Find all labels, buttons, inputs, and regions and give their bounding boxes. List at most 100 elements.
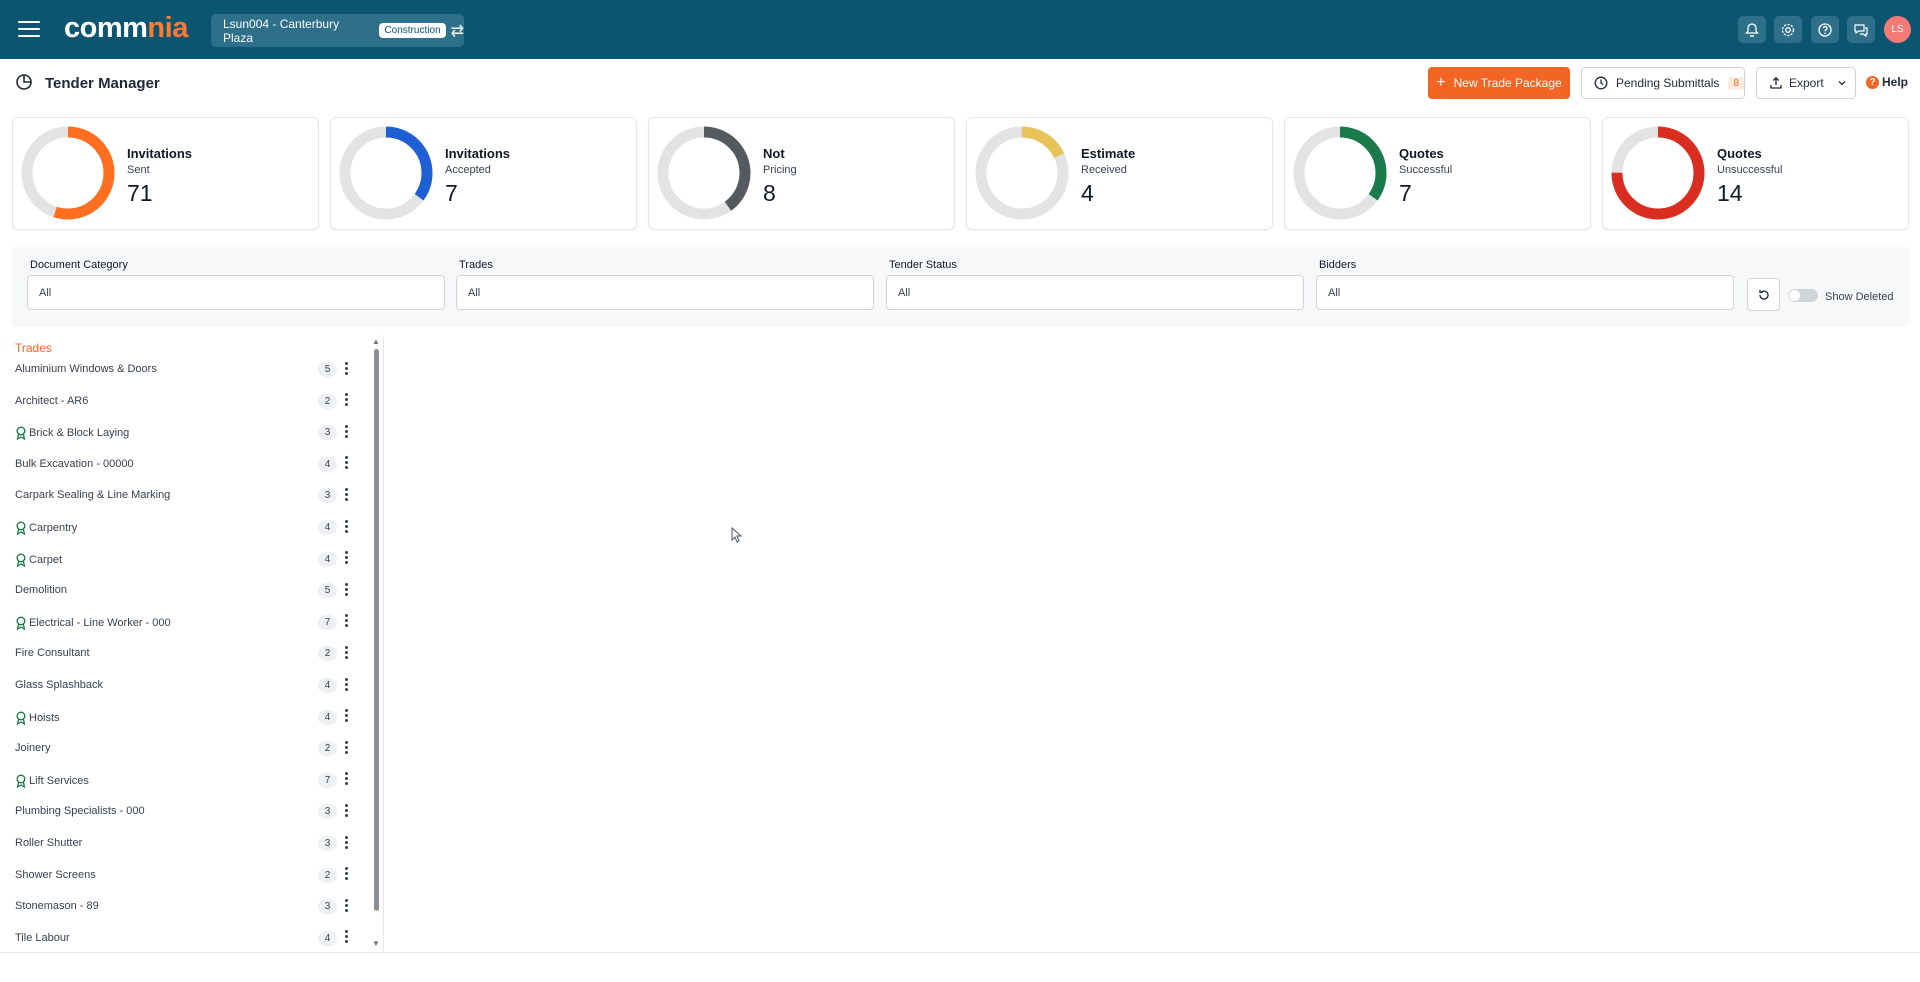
stat-card-quotes-unsuccessful[interactable]: Quotes Unsuccessful 14 — [1602, 117, 1909, 230]
more-options-icon[interactable] — [342, 801, 350, 819]
trade-label: Aluminium Windows & Doors — [15, 363, 157, 375]
trades-select[interactable]: All — [456, 275, 874, 310]
trade-name: Glass Splashback — [15, 679, 103, 691]
bell-icon — [1745, 22, 1759, 37]
more-options-icon[interactable] — [342, 675, 350, 693]
bidder-count-badge: 2 — [318, 867, 337, 883]
trade-list-item[interactable]: Shower Screens 2 — [0, 863, 360, 894]
pending-submittals-button[interactable]: Pending Submittals 8 — [1581, 67, 1745, 99]
more-options-icon[interactable] — [342, 391, 350, 409]
stat-subtitle: Unsuccessful — [1717, 164, 1783, 176]
stat-card-quotes-successful[interactable]: Quotes Successful 7 — [1284, 117, 1591, 230]
trade-label: Stonemason - 89 — [15, 900, 99, 913]
help-center-button[interactable] — [1811, 16, 1839, 43]
more-options-icon[interactable] — [342, 896, 350, 914]
stat-card-invitations-sent[interactable]: Invitations Sent 71 — [12, 117, 319, 230]
trade-label: Bulk Excavation - 00000 — [15, 457, 134, 470]
settings-button[interactable] — [1774, 16, 1802, 43]
trade-list-item[interactable]: Bulk Excavation - 00000 4 — [0, 452, 360, 483]
trade-list-item[interactable]: Carpentry 4 — [0, 515, 360, 546]
bidder-count-badge: 4 — [318, 520, 337, 535]
bidder-count-badge: 4 — [318, 678, 337, 693]
trade-name: Roller Shutter — [15, 837, 82, 849]
trade-list-item[interactable]: Plumbing Specialists - 000 3 — [0, 799, 360, 830]
stat-card-invitations-accepted[interactable]: Invitations Accepted 7 — [330, 117, 637, 230]
more-options-icon[interactable] — [342, 517, 350, 535]
bidder-count-badge: 4 — [318, 709, 337, 725]
reset-filters-button[interactable] — [1747, 278, 1780, 311]
more-options-icon[interactable] — [342, 612, 350, 630]
bidder-count-badge: 4 — [318, 551, 337, 567]
scroll-thumb[interactable] — [374, 349, 379, 911]
trade-list-item[interactable]: Lift Services 7 — [0, 768, 360, 799]
scroll-down-icon[interactable]: ▼ — [372, 939, 380, 948]
trade-list-item[interactable]: Roller Shutter 3 — [0, 831, 360, 862]
bidder-count-badge: 5 — [318, 583, 337, 599]
notifications-button[interactable] — [1738, 16, 1766, 43]
trade-label: Architect - AR6 — [15, 394, 89, 407]
bidders-select[interactable]: All — [1316, 275, 1734, 310]
gear-icon — [1781, 23, 1795, 36]
more-options-icon[interactable] — [342, 643, 350, 661]
trade-list-item[interactable]: Brick & Block Laying 3 — [0, 420, 360, 451]
trade-list-item[interactable]: Joinery 2 — [0, 736, 360, 767]
trades-scrollbar[interactable]: ▲ ▼ — [372, 335, 380, 952]
tender-status-filter: Tender Status All — [886, 259, 1304, 310]
trade-list-item[interactable]: Stonemason - 89 3 — [0, 894, 360, 925]
document-category-select[interactable]: All — [27, 275, 445, 310]
trade-list-item[interactable]: Demolition 5 — [0, 578, 360, 609]
trade-list-item[interactable]: Tile Labour 4 — [0, 926, 360, 952]
trade-label: Brick & Block Laying — [29, 427, 130, 440]
stat-value: 7 — [445, 180, 458, 206]
export-button[interactable]: Export — [1756, 67, 1856, 99]
bidder-count-badge: 2 — [318, 646, 337, 662]
trade-list-item[interactable]: Hoists 4 — [0, 705, 360, 736]
stat-title: Estimate — [1081, 146, 1136, 161]
trade-list-item[interactable]: Aluminium Windows & Doors 5 — [0, 357, 360, 388]
user-avatar[interactable]: LS — [1884, 16, 1911, 43]
help-link[interactable]: ? Help — [1866, 75, 1908, 89]
refresh-icon — [1758, 289, 1769, 300]
stat-subtitle: Pricing — [763, 164, 797, 176]
trades-panel: Trades Aluminium Windows & Doors 5 Archite… — [0, 335, 384, 952]
stat-value: 71 — [127, 180, 153, 206]
donut-chart — [21, 126, 115, 220]
stat-title: Quotes — [1717, 146, 1762, 161]
donut-chart — [1611, 126, 1705, 220]
more-options-icon[interactable] — [342, 359, 350, 377]
more-options-icon[interactable] — [342, 485, 350, 503]
trade-list-item[interactable]: Electrical - Line Worker - 000 7 — [0, 610, 360, 641]
tender-status-select[interactable]: All — [886, 275, 1304, 310]
trade-list-item[interactable]: Carpark Sealing & Line Marking 3 — [0, 483, 360, 514]
trade-list-item[interactable]: Glass Splashback 4 — [0, 673, 360, 704]
trade-list-item[interactable]: Fire Consultant 2 — [0, 641, 360, 672]
more-options-icon[interactable] — [342, 770, 350, 788]
more-options-icon[interactable] — [342, 833, 350, 851]
more-options-icon[interactable] — [342, 865, 350, 883]
menu-icon[interactable] — [18, 19, 40, 39]
trade-list-item[interactable]: Architect - AR6 2 — [0, 389, 360, 420]
scroll-up-icon[interactable]: ▲ — [372, 337, 380, 346]
trade-label: Roller Shutter — [15, 837, 83, 849]
donut-chart — [1293, 126, 1387, 220]
trade-list-item[interactable]: Carpet 4 — [0, 547, 360, 578]
more-options-icon[interactable] — [342, 549, 350, 567]
stat-title: Invitations — [445, 146, 511, 161]
stat-value: 8 — [763, 180, 776, 206]
project-switcher[interactable]: Lsun004 - Canterbury Plaza Construction … — [211, 14, 464, 47]
donut-chart — [975, 126, 1069, 220]
app-logo[interactable]: commnia — [64, 12, 188, 45]
stat-card-not-pricing[interactable]: Not Pricing 8 — [648, 117, 955, 230]
filter-label: Trades — [459, 259, 493, 271]
more-options-icon[interactable] — [342, 738, 350, 756]
messages-button[interactable] — [1847, 16, 1875, 43]
more-options-icon[interactable] — [342, 707, 350, 725]
show-deleted-toggle[interactable] — [1788, 289, 1818, 302]
more-options-icon[interactable] — [342, 580, 350, 598]
new-trade-package-button[interactable]: + New Trade Package — [1428, 67, 1570, 99]
more-options-icon[interactable] — [342, 422, 350, 440]
more-options-icon[interactable] — [342, 454, 350, 472]
stat-card-estimate-received[interactable]: Estimate Received 4 — [966, 117, 1273, 230]
more-options-icon[interactable] — [342, 928, 350, 946]
stat-subtitle: Accepted — [445, 164, 491, 176]
